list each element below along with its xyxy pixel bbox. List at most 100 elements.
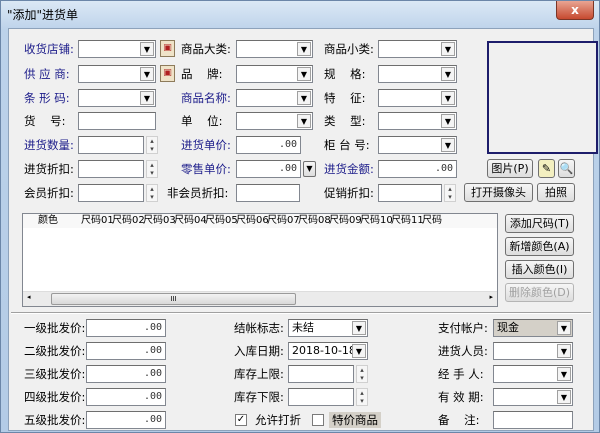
top_fields-label-1: 商品大类: — [181, 42, 231, 56]
grid-column-header[interactable]: 尺码10 — [360, 214, 393, 228]
bottom_fields-input-11[interactable]: ▼ — [493, 365, 573, 383]
bottom_fields-input-5[interactable]: 未结 ▼ — [288, 319, 368, 337]
top_fields-input-8[interactable]: ▼ — [378, 89, 457, 107]
dropdown-arrow-icon[interactable]: ▼ — [441, 114, 455, 128]
dropdown-arrow-icon[interactable]: ▼ — [557, 390, 571, 404]
scroll-left-icon[interactable]: ◂ — [27, 293, 31, 301]
dropdown-arrow-icon[interactable]: ▼ — [297, 42, 311, 56]
grid-column-header[interactable]: 尺码04 — [174, 214, 207, 228]
scroll-right-icon[interactable]: ▸ — [489, 293, 493, 301]
close-button[interactable]: x — [556, 1, 594, 20]
size-color-grid[interactable]: 颜色 尺码01尺码02尺码03尺码04尺码05尺码06尺码07尺码08尺码09尺码… — [22, 213, 498, 307]
top_fields-input-3[interactable]: ▼ — [78, 65, 156, 83]
bottom_fields-input-13[interactable] — [493, 411, 573, 429]
dropdown-arrow-icon[interactable]: ▼ — [297, 91, 311, 105]
grid-button-2[interactable]: 插入颜色(I) — [505, 260, 574, 279]
spinner-icon[interactable]: ▴ ▾ — [146, 136, 158, 154]
magnifier-icon[interactable]: 🔍 — [558, 159, 575, 178]
dropdown-arrow-icon[interactable]: ▼ — [140, 42, 154, 56]
grid-column-header[interactable]: 尺码01 — [81, 214, 114, 228]
take-photo-button[interactable]: 拍照 — [537, 183, 575, 202]
top_fields-input-15[interactable] — [78, 160, 144, 178]
top_fields-input-16[interactable]: .00 — [236, 160, 301, 178]
dropdown-arrow-icon[interactable]: ▼ — [140, 67, 154, 81]
top_fields-input-7[interactable]: ▼ — [236, 89, 313, 107]
top_fields-input-5[interactable]: ▼ — [378, 65, 457, 83]
bottom_fields-input-10[interactable]: ▼ — [493, 342, 573, 360]
bottom_fields-input-12[interactable]: ▼ — [493, 388, 573, 406]
spinner-icon[interactable]: ▴ ▾ — [356, 365, 368, 383]
picture-button[interactable]: 图片(P) — [487, 159, 533, 178]
add-record-icon[interactable]: ▣ — [160, 40, 175, 57]
dropdown-arrow-icon[interactable]: ▼ — [352, 344, 366, 358]
grid-column-header[interactable]: 尺码06 — [236, 214, 269, 228]
top_fields-input-0[interactable]: ▼ — [78, 40, 156, 58]
top_fields-input-6[interactable]: ▼ — [78, 89, 156, 107]
add-record-icon[interactable]: ▣ — [160, 65, 175, 82]
bottom_fields-input-4[interactable]: .00 — [86, 411, 166, 429]
dropdown-arrow-icon[interactable]: ▼ — [557, 344, 571, 358]
bottom_fields-input-6[interactable]: 2018-10-18 ▼ — [288, 342, 368, 360]
top_fields-input-17[interactable]: .00 — [378, 160, 457, 178]
grid-column-header[interactable]: 尺码09 — [329, 214, 362, 228]
grid-column-header[interactable]: 尺码02 — [112, 214, 145, 228]
grid-column-header[interactable]: 尺码11 — [391, 214, 424, 228]
dropdown-arrow-icon[interactable]: ▼ — [441, 42, 455, 56]
top_fields-input-13[interactable]: .00 — [236, 136, 301, 154]
product-image-box[interactable] — [487, 41, 598, 154]
dropdown-arrow-icon[interactable]: ▼ — [297, 67, 311, 81]
bottom_fields-input-2[interactable]: .00 — [86, 365, 166, 383]
dropdown-arrow-icon[interactable]: ▼ — [352, 321, 366, 335]
bottom_fields-input-1[interactable]: .00 — [86, 342, 166, 360]
checkbox-allow-discount[interactable]: ✓ — [235, 414, 247, 426]
spinner-icon[interactable]: ▴ ▾ — [444, 184, 456, 202]
grid-column-header[interactable]: 尺码08 — [298, 214, 331, 228]
dropdown-arrow-icon[interactable]: ▼ — [557, 321, 571, 335]
dropdown-arrow-icon[interactable]: ▼ — [297, 114, 311, 128]
grid-column-header[interactable]: 尺码03 — [143, 214, 176, 228]
top_fields-input-19[interactable] — [236, 184, 300, 202]
grid-column-header[interactable]: 尺码07 — [267, 214, 300, 228]
bottom_fields-input-0[interactable]: .00 — [86, 319, 166, 337]
spinner-icon[interactable]: ▴ ▾ — [356, 388, 368, 406]
scroll-thumb[interactable]: III — [51, 293, 296, 305]
top_fields-input-2[interactable]: ▼ — [378, 40, 457, 58]
open-camera-button[interactable]: 打开摄像头 — [464, 183, 533, 202]
horizontal-scrollbar[interactable]: ◂ III ▸ — [23, 291, 497, 306]
bottom_fields-input-7[interactable] — [288, 365, 354, 383]
bottom_fields-label-6: 入库日期: — [234, 344, 284, 358]
top_fields-input-4[interactable]: ▼ — [236, 65, 313, 83]
top_fields-label-12: 进货数量: — [24, 138, 74, 152]
bottom_fields-input-8[interactable] — [288, 388, 354, 406]
grid-button-0[interactable]: 添加尺码(T) — [505, 214, 574, 233]
bottom_fields-label-7: 库存上限: — [234, 367, 284, 381]
dropdown-arrow-icon[interactable]: ▼ — [441, 67, 455, 81]
input-value: .00 — [278, 139, 297, 150]
grid-column-header[interactable]: 颜色 — [23, 214, 81, 228]
eraser-icon[interactable]: ✎ — [538, 159, 555, 178]
checkbox-label[interactable]: 特价商品 — [329, 412, 381, 428]
top_fields-input-9[interactable] — [78, 112, 156, 130]
spinner-icon[interactable]: ▴ ▾ — [146, 160, 158, 178]
bottom_fields-input-3[interactable]: .00 — [86, 388, 166, 406]
top_fields-input-1[interactable]: ▼ — [236, 40, 313, 58]
bottom_fields-label-8: 库存下限: — [234, 390, 284, 404]
top_fields-input-11[interactable]: ▼ — [378, 112, 457, 130]
top_fields-input-14[interactable]: ▼ — [378, 136, 457, 154]
price-menu-button[interactable]: ▼ — [303, 161, 316, 177]
grid-button-1[interactable]: 新增颜色(A) — [505, 237, 574, 256]
dropdown-arrow-icon[interactable]: ▼ — [140, 91, 154, 105]
spinner-icon[interactable]: ▴ ▾ — [146, 184, 158, 202]
dropdown-arrow-icon[interactable]: ▼ — [441, 91, 455, 105]
bottom_fields-input-9[interactable]: 现金 ▼ — [493, 319, 573, 337]
top_fields-input-20[interactable] — [378, 184, 442, 202]
checkbox-special-price[interactable] — [312, 414, 324, 426]
grid-column-header[interactable]: 尺码05 — [205, 214, 238, 228]
dropdown-arrow-icon[interactable]: ▼ — [557, 367, 571, 381]
dropdown-arrow-icon[interactable]: ▼ — [441, 138, 455, 152]
grid-column-header[interactable]: 尺码 — [422, 214, 453, 228]
top_fields-input-18[interactable] — [78, 184, 144, 202]
checkbox-label[interactable]: 允许打折 — [252, 412, 304, 428]
top_fields-input-10[interactable]: ▼ — [236, 112, 313, 130]
top_fields-input-12[interactable] — [78, 136, 144, 154]
